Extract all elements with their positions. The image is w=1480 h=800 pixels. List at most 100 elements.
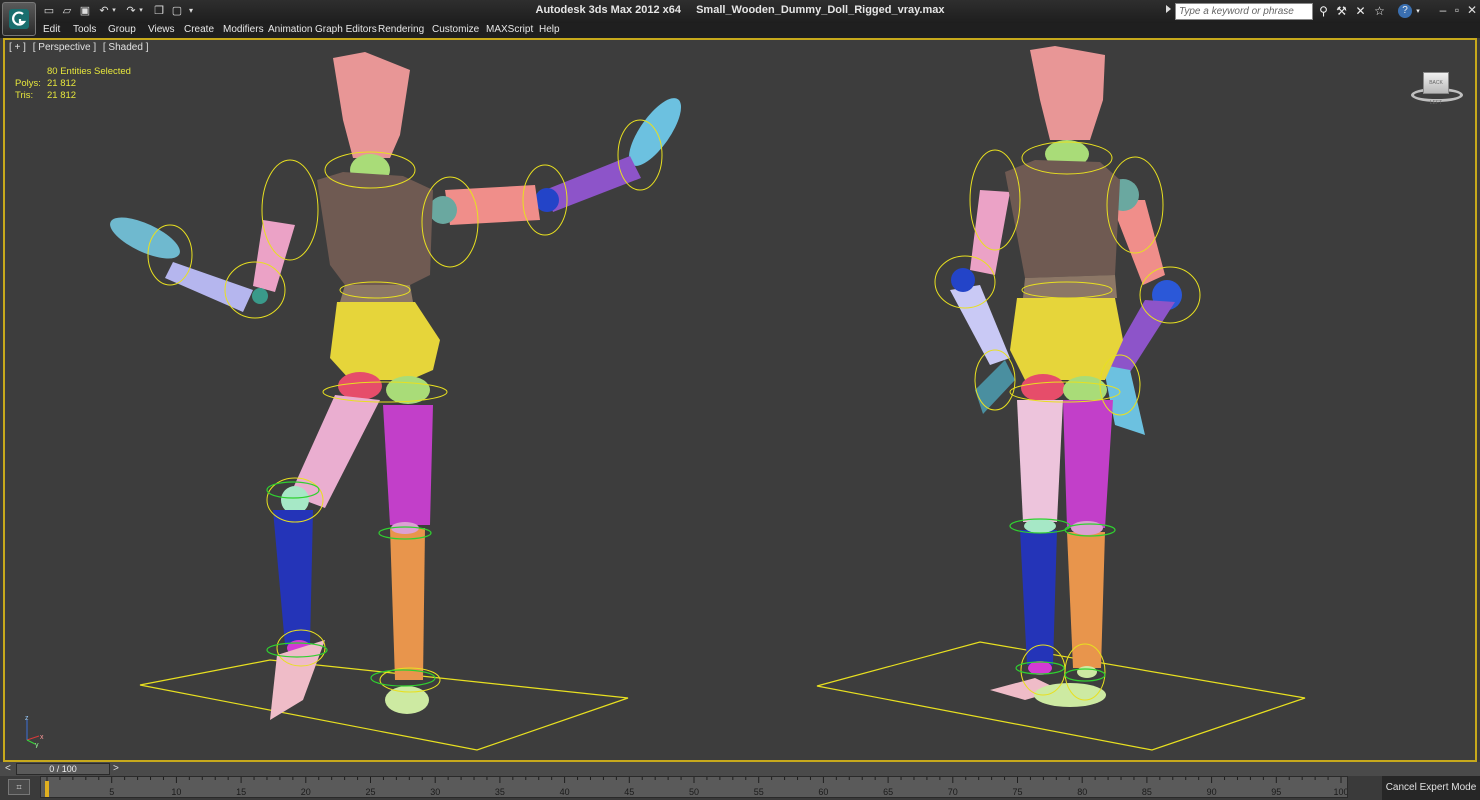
menu-group[interactable]: Group xyxy=(108,24,136,35)
project-folder-icon[interactable]: ❐ xyxy=(152,4,166,18)
frame-tick-label: 70 xyxy=(948,787,958,797)
menu-tools[interactable]: Tools xyxy=(73,24,96,35)
axis-x-label: x xyxy=(40,734,44,741)
communication-icon[interactable]: ✕ xyxy=(1353,4,1368,19)
file-name: Small_Wooden_Dummy_Doll_Rigged_vray.max xyxy=(696,4,945,16)
save-icon[interactable]: ▣ xyxy=(78,4,92,18)
menu-edit[interactable]: Edit xyxy=(43,24,60,35)
search-expand-icon[interactable] xyxy=(1166,5,1171,13)
menu-rendering[interactable]: Rendering xyxy=(378,24,424,35)
frame-tick-label: 35 xyxy=(495,787,505,797)
maximize-icon[interactable]: ▫ xyxy=(1450,3,1464,17)
frame-tick-label: 55 xyxy=(754,787,764,797)
pelvis xyxy=(330,302,440,380)
frame-tick-label: 25 xyxy=(365,787,375,797)
shin-right xyxy=(390,528,425,680)
viewcube-face[interactable]: BACK LEFT xyxy=(1423,72,1449,106)
torso xyxy=(317,172,433,285)
track-ticks: 0510152025303540455055606570758085909510… xyxy=(44,777,1347,797)
menu-graph-editors[interactable]: Graph Editors xyxy=(315,24,377,35)
frame-tick-label: 100 xyxy=(1333,787,1347,797)
search-input[interactable] xyxy=(1175,3,1313,20)
time-slider[interactable]: 0 / 100 xyxy=(16,763,110,775)
favorites-icon[interactable]: ☆ xyxy=(1372,4,1387,19)
head xyxy=(333,52,410,158)
undo-icon[interactable]: ↶ xyxy=(97,4,111,18)
thigh-right xyxy=(383,405,433,525)
mini-curve-editor-icon[interactable]: ⌗ xyxy=(8,779,30,795)
application-button[interactable] xyxy=(2,2,36,36)
statistics-overlay: 80 Entities Selected Polys: 21 812 Tris: 2… xyxy=(15,66,155,102)
forearm-left xyxy=(165,262,253,312)
menu-customize[interactable]: Customize xyxy=(432,24,479,35)
frame-tick-label: 60 xyxy=(818,787,828,797)
app-window: ▭ ▱ ▣ ↶ ▾ ↷ ▾ ❐ ▢ ▾ Autodesk 3ds Max 201… xyxy=(0,0,1480,800)
new-file-icon[interactable]: ▭ xyxy=(42,4,56,18)
menu-create[interactable]: Create xyxy=(184,24,214,35)
max-logo-icon xyxy=(9,9,29,29)
next-frame-icon[interactable]: > xyxy=(113,763,123,775)
workspace-icon[interactable]: ▢ xyxy=(170,4,184,18)
open-file-icon[interactable]: ▱ xyxy=(60,4,74,18)
axis-z-label: z xyxy=(25,715,29,722)
track-bar-row: ⌗ 05101520253035404550556065707580859095… xyxy=(0,776,1480,800)
doll-back-view[interactable] xyxy=(816,46,1306,751)
frame-tick-label: 80 xyxy=(1077,787,1087,797)
redo-icon[interactable]: ↷ xyxy=(124,4,138,18)
scene-canvas[interactable] xyxy=(5,40,1475,760)
frame-tick-label: 45 xyxy=(624,787,634,797)
minimize-icon[interactable]: – xyxy=(1436,3,1450,17)
selection-count: 80 Entities Selected xyxy=(47,66,131,77)
frame-tick-label: 5 xyxy=(109,787,114,797)
frame-tick-label: 90 xyxy=(1207,787,1217,797)
close-icon[interactable]: ✕ xyxy=(1465,3,1479,17)
tris-label: Tris: xyxy=(15,90,34,101)
menu-views[interactable]: Views xyxy=(148,24,175,35)
perspective-viewport[interactable]: [ + ] [ Perspective ] [ Shaded ] 80 Enti… xyxy=(3,38,1477,762)
axis-y-label: y xyxy=(35,742,39,748)
quick-access-dropdown-icon[interactable]: ▾ xyxy=(186,4,196,18)
time-slider-bar: < 0 / 100 > xyxy=(0,762,1480,776)
cancel-expert-mode-button[interactable]: Cancel Expert Mode xyxy=(1382,776,1480,800)
binoculars-icon[interactable]: ⚲ xyxy=(1316,4,1331,19)
redo-dropdown-icon[interactable]: ▾ xyxy=(137,4,145,18)
frame-tick-label: 75 xyxy=(1012,787,1022,797)
track-bar[interactable]: 0510152025303540455055606570758085909510… xyxy=(40,776,1348,798)
foot-right xyxy=(385,686,429,714)
upper-arm-right xyxy=(445,185,540,225)
menu-modifiers[interactable]: Modifiers xyxy=(223,24,264,35)
viewport-label-menu[interactable]: [ + ] [ Perspective ] [ Shaded ] xyxy=(9,42,152,53)
title-bar: ▭ ▱ ▣ ↶ ▾ ↷ ▾ ❐ ▢ ▾ Autodesk 3ds Max 201… xyxy=(0,0,1480,36)
frame-tick-label: 95 xyxy=(1271,787,1281,797)
upper-arm-left xyxy=(253,220,295,292)
forearm-right xyxy=(545,156,641,212)
frame-tick-label: 65 xyxy=(883,787,893,797)
menu-bar: Edit Tools Group Views Create Modifiers … xyxy=(0,23,1480,38)
menu-help[interactable]: Help xyxy=(539,24,560,35)
foot-left xyxy=(270,640,325,720)
menu-maxscript[interactable]: MAXScript xyxy=(486,24,533,35)
app-name: Autodesk 3ds Max 2012 x64 xyxy=(535,4,682,16)
help-dropdown-icon[interactable]: ▾ xyxy=(1414,4,1422,19)
undo-dropdown-icon[interactable]: ▾ xyxy=(110,4,118,18)
viewport-point-of-view-menu[interactable]: [ Perspective ] xyxy=(33,42,96,53)
hand-left xyxy=(110,217,180,259)
polys-value: 21 812 xyxy=(47,78,77,89)
frame-tick-label: 40 xyxy=(560,787,570,797)
viewcube[interactable]: BACK LEFT xyxy=(1409,70,1463,106)
frame-tick-label: 20 xyxy=(301,787,311,797)
frame-tick-label: 10 xyxy=(171,787,181,797)
axis-tripod-icon: z x y xyxy=(25,715,44,748)
viewport-general-menu[interactable]: [ + ] xyxy=(9,42,26,53)
frame-tick-label: 30 xyxy=(430,787,440,797)
doll-front-view[interactable] xyxy=(105,52,691,751)
viewport-shading-menu[interactable]: [ Shaded ] xyxy=(103,42,149,53)
previous-frame-icon[interactable]: < xyxy=(5,763,15,775)
shin-left xyxy=(273,510,313,645)
tris-value: 21 812 xyxy=(47,90,77,101)
menu-animation[interactable]: Animation xyxy=(268,24,312,35)
subscription-icon[interactable]: ⚒ xyxy=(1334,4,1349,19)
frame-tick-label: 85 xyxy=(1142,787,1152,797)
polys-label: Polys: xyxy=(15,78,41,89)
help-icon[interactable]: ? xyxy=(1398,4,1412,18)
